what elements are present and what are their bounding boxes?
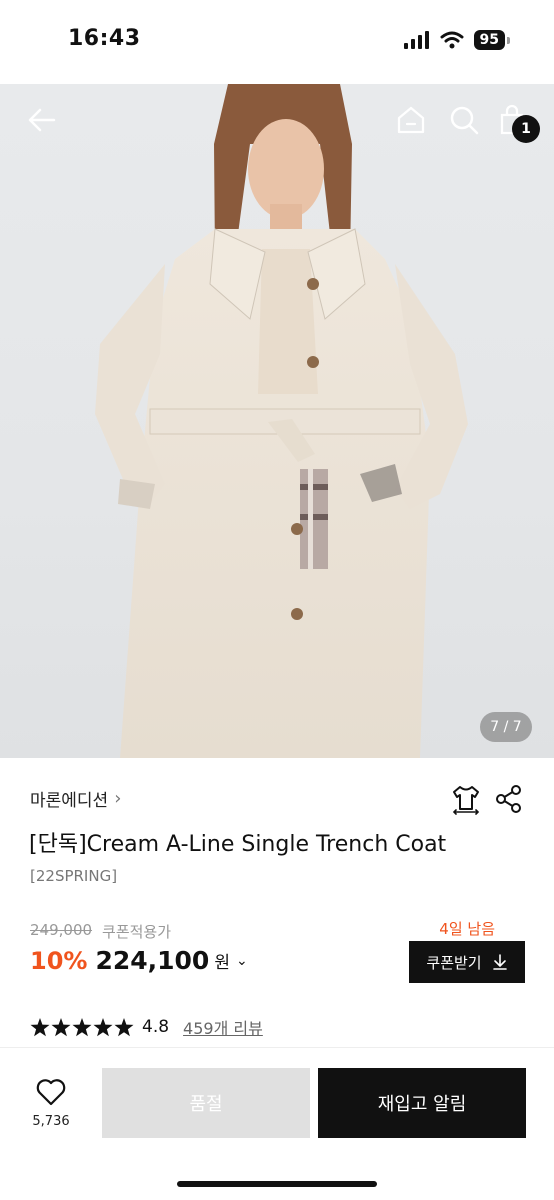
image-counter: 7 / 7 [480,712,532,742]
star-icon [114,1017,134,1036]
coupon-button-label: 쿠폰받기 [426,953,482,972]
restock-alert-button[interactable]: 재입고 알림 [318,1068,526,1138]
back-arrow-icon[interactable] [26,104,58,136]
sold-out-button: 품절 [102,1068,310,1138]
sold-out-label: 품절 [189,1094,223,1115]
brand-name: 마론에디션 [30,791,109,811]
price-row: 10% 224,100 원 ⌄ [30,946,248,975]
currency-label: 원 [214,953,230,973]
home-indicator [177,1181,377,1187]
search-icon[interactable] [448,104,480,136]
get-coupon-button[interactable]: 쿠폰받기 [409,941,525,983]
star-rating [30,1017,134,1037]
product-photo [95,84,468,758]
status-icons: 95 [403,30,510,50]
status-time: 16:43 [68,26,141,51]
star-icon [51,1017,71,1036]
like-count: 5,736 [32,1114,70,1129]
product-image[interactable] [0,84,554,758]
season-tag: [22SPRING] [30,867,118,885]
original-price-row: 249,000 쿠폰적용가 [30,921,171,942]
wifi-icon [440,31,464,49]
chevron-right-icon: › [114,788,122,809]
home-icon[interactable] [395,104,427,136]
discount-rate: 10% [30,946,88,975]
star-icon [30,1017,50,1036]
coupon-days-left: 4일 남음 [439,920,495,938]
rating-value: 4.8 [142,1017,170,1037]
battery-indicator: 95 [473,30,510,50]
cart-count-badge: 1 [512,115,540,143]
star-icon [93,1017,113,1036]
size-guide-shirt-icon[interactable] [450,783,482,815]
brand-link[interactable]: 마론에디션 › [30,786,121,811]
rating-row: 4.8 459개 리뷰 [30,1015,263,1039]
like-button[interactable]: 5,736 [24,1078,78,1129]
battery-level: 95 [473,30,505,50]
download-icon [492,954,507,970]
chevron-down-icon[interactable]: ⌄ [236,953,248,969]
coupon-price-label: 쿠폰적용가 [102,923,172,941]
status-bar: 16:43 95 [0,0,554,84]
signal-icon [403,31,429,49]
restock-alert-label: 재입고 알림 [377,1094,467,1115]
share-icon[interactable] [494,783,524,815]
review-count-link[interactable]: 459개 리뷰 [183,1015,263,1039]
star-icon [72,1017,92,1036]
product-title: [단독]Cream A-Line Single Trench Coat [29,832,447,857]
sale-price: 224,100 [95,946,210,975]
heart-icon [36,1079,66,1106]
original-price: 249,000 [30,921,93,939]
